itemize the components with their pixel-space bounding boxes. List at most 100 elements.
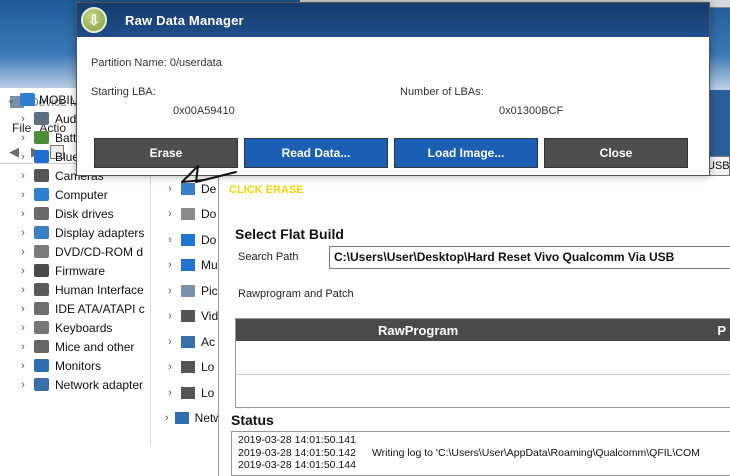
dialog-title: Raw Data Manager bbox=[125, 12, 244, 28]
close-button[interactable]: Close bbox=[544, 138, 688, 168]
grid-row[interactable] bbox=[236, 375, 730, 409]
chevron-right-icon[interactable]: › bbox=[165, 336, 175, 348]
chevron-right-icon[interactable]: › bbox=[165, 208, 175, 220]
explorer-nav-label: Pic bbox=[201, 283, 218, 298]
download-icon: ⇩ bbox=[81, 7, 107, 33]
device-category-icon bbox=[34, 302, 49, 315]
chevron-right-icon[interactable]: › bbox=[18, 379, 28, 391]
log-row: 2019-03-28 14:01:50.144 bbox=[238, 459, 724, 472]
device-category-icon bbox=[34, 283, 49, 296]
folder-icon bbox=[181, 386, 195, 399]
tree-item-label: Human Interface bbox=[55, 282, 144, 297]
folder-icon bbox=[181, 361, 195, 374]
chevron-right-icon[interactable]: › bbox=[18, 170, 28, 182]
dialog-body: Partition Name: 0/userdata Starting LBA:… bbox=[77, 37, 709, 177]
log-timestamp: 2019-03-28 14:01:50.141 bbox=[238, 434, 356, 446]
chevron-down-icon[interactable]: ⌄ bbox=[6, 93, 16, 106]
tree-item-label: IDE ATA/ATAPI c bbox=[55, 301, 145, 316]
search-path-input[interactable]: C:\Users\User\Desktop\Hard Reset Vivo Qu… bbox=[329, 246, 730, 269]
chevron-right-icon[interactable]: › bbox=[18, 189, 28, 201]
chevron-right-icon[interactable]: › bbox=[165, 234, 175, 246]
chevron-right-icon[interactable]: › bbox=[18, 284, 28, 296]
chevron-right-icon[interactable]: › bbox=[165, 361, 175, 373]
raw-data-manager-dialog: ⇩ Raw Data Manager Partition Name: 0/use… bbox=[76, 2, 710, 176]
qfil-window: USB CLICK ERASE Select Flat Build Search… bbox=[218, 156, 730, 476]
annotation-arrow-icon bbox=[181, 165, 237, 183]
explorer-nav-item[interactable]: › Netw bbox=[151, 406, 222, 432]
dialog-titlebar: ⇩ Raw Data Manager bbox=[77, 3, 709, 37]
explorer-nav-item[interactable]: › Ac bbox=[151, 329, 222, 355]
device-category-icon bbox=[34, 359, 49, 372]
tree-item-label: Network adapter bbox=[55, 377, 144, 392]
explorer-nav-item[interactable]: › Lo bbox=[151, 380, 222, 406]
log-timestamp: 2019-03-28 14:01:50.142 bbox=[238, 446, 356, 459]
log-timestamp: 2019-03-28 14:01:50.144 bbox=[238, 459, 356, 471]
chevron-right-icon[interactable]: › bbox=[18, 151, 28, 163]
chevron-right-icon[interactable]: › bbox=[165, 387, 175, 399]
folder-icon bbox=[181, 233, 195, 246]
device-category-icon bbox=[34, 245, 49, 258]
device-category-icon bbox=[34, 131, 49, 144]
chevron-right-icon[interactable]: › bbox=[165, 259, 175, 271]
select-flat-build-heading: Select Flat Build bbox=[235, 226, 344, 242]
explorer-nav-item[interactable]: › Do bbox=[151, 202, 222, 228]
device-category-icon bbox=[34, 321, 49, 334]
device-category-icon bbox=[34, 112, 49, 125]
chevron-right-icon[interactable]: › bbox=[18, 265, 28, 277]
device-category-icon bbox=[34, 169, 49, 182]
rawprogram-patch-label: Rawprogram and Patch bbox=[238, 288, 354, 300]
explorer-nav-label: Vid bbox=[201, 309, 219, 324]
computer-icon bbox=[20, 93, 35, 106]
load-image-button[interactable]: Load Image... bbox=[394, 138, 538, 168]
read-data-button[interactable]: Read Data... bbox=[244, 138, 388, 168]
chevron-right-icon[interactable]: › bbox=[18, 322, 28, 334]
chevron-right-icon[interactable]: › bbox=[18, 208, 28, 220]
folder-icon bbox=[181, 208, 195, 221]
folder-icon bbox=[174, 412, 189, 425]
explorer-nav-item[interactable]: › Vid bbox=[151, 304, 222, 330]
grid-row[interactable] bbox=[236, 341, 730, 375]
folder-icon bbox=[181, 284, 195, 297]
rawprogram-grid: RawProgram P bbox=[235, 318, 730, 408]
chevron-right-icon[interactable]: › bbox=[18, 303, 28, 315]
device-category-icon bbox=[34, 207, 49, 220]
grid-header-patch: P bbox=[717, 322, 726, 338]
chevron-right-icon[interactable]: › bbox=[18, 246, 28, 258]
explorer-nav-label: Ac bbox=[201, 334, 216, 349]
explorer-nav-item[interactable]: › Mu bbox=[151, 253, 222, 279]
chevron-right-icon[interactable]: › bbox=[18, 113, 28, 125]
log-message: Writing log to 'C:\Users\User\AppData\Ro… bbox=[371, 446, 700, 459]
number-of-lbas-label: Number of LBAs: bbox=[400, 86, 484, 98]
explorer-nav-item[interactable]: › Lo bbox=[151, 355, 222, 381]
chevron-right-icon[interactable]: › bbox=[165, 412, 169, 424]
status-log: 2019-03-28 14:01:50.141 2019-03-28 14:01:… bbox=[231, 431, 730, 476]
device-category-icon bbox=[34, 188, 49, 201]
device-category-icon bbox=[34, 150, 49, 163]
explorer-nav-item[interactable]: › Pic bbox=[151, 278, 222, 304]
tree-item-label: Mice and other bbox=[55, 339, 135, 354]
explorer-nav-pane: › De › Do › Do › Mu › Pic › Vid › Ac › Lo › Lo › Netw bbox=[150, 176, 222, 446]
tree-item-label: Disk drives bbox=[55, 206, 114, 221]
partition-name: Partition Name: 0/userdata bbox=[91, 57, 222, 69]
tree-item-label: Keyboards bbox=[55, 320, 113, 335]
chevron-right-icon[interactable]: › bbox=[165, 310, 175, 322]
chevron-right-icon[interactable]: › bbox=[18, 360, 28, 372]
number-of-lbas-value: 0x01300BCF bbox=[499, 105, 564, 117]
chevron-right-icon[interactable]: › bbox=[18, 341, 28, 353]
chevron-right-icon[interactable]: › bbox=[18, 227, 28, 239]
device-category-icon bbox=[34, 264, 49, 277]
chevron-right-icon[interactable]: › bbox=[165, 183, 175, 195]
tree-item-label: Monitors bbox=[55, 358, 102, 373]
tree-item-label: DVD/CD-ROM d bbox=[55, 244, 144, 259]
explorer-nav-item[interactable]: › Do bbox=[151, 227, 222, 253]
tree-item-label: Firmware bbox=[55, 263, 105, 278]
folder-icon bbox=[181, 259, 195, 272]
chevron-right-icon[interactable]: › bbox=[165, 285, 175, 297]
chevron-right-icon[interactable]: › bbox=[18, 132, 28, 144]
log-row: 2019-03-28 14:01:50.141 bbox=[238, 434, 724, 447]
explorer-nav-label: Lo bbox=[201, 360, 215, 375]
grid-header: RawProgram P bbox=[236, 319, 730, 341]
device-category-icon bbox=[34, 340, 49, 353]
status-heading: Status bbox=[231, 412, 274, 428]
search-path-label: Search Path bbox=[238, 251, 299, 263]
